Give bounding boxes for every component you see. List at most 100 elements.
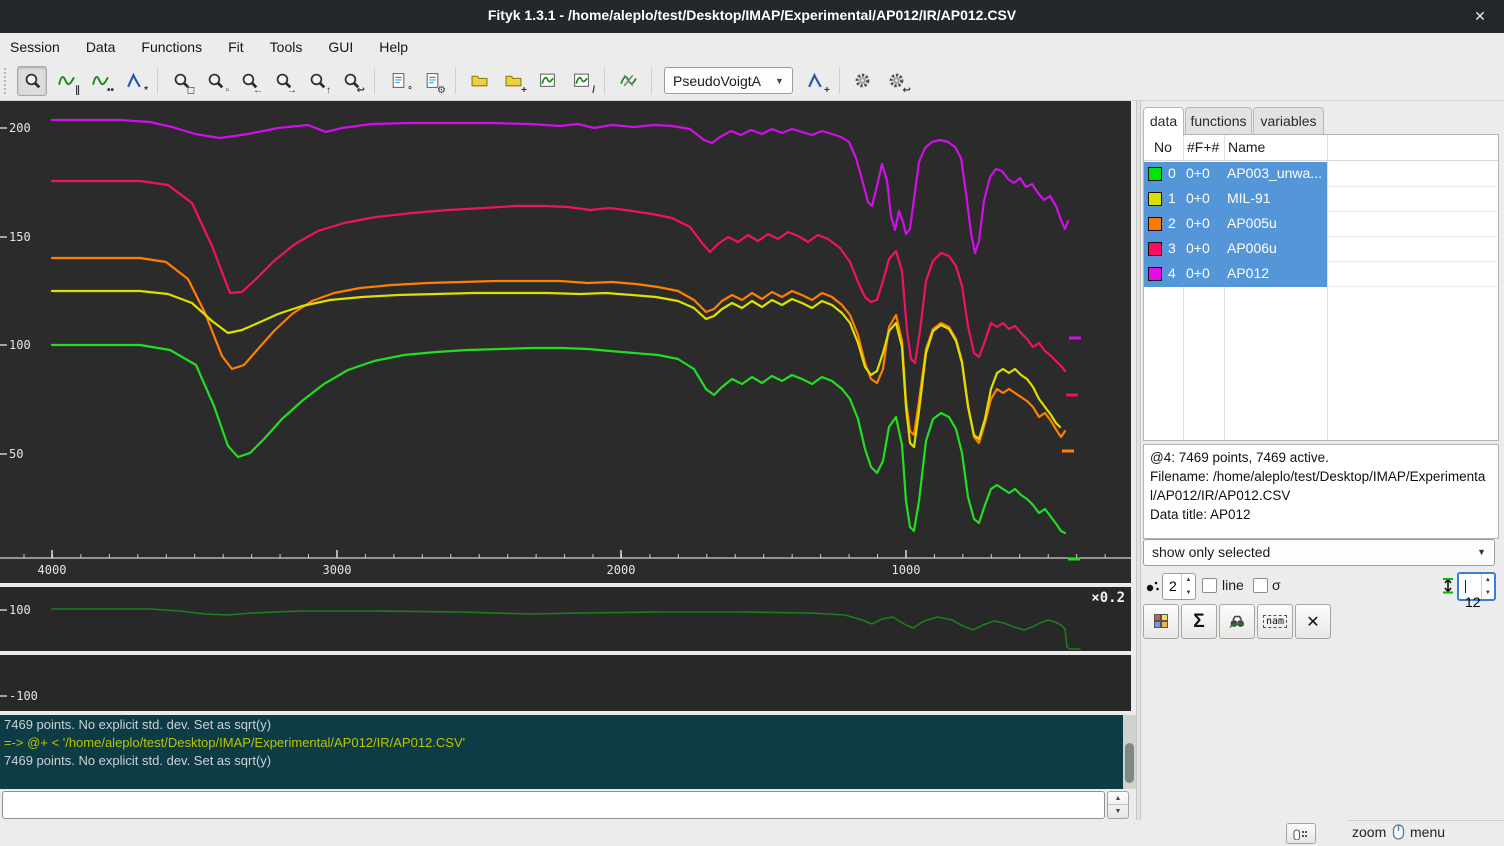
icon-overlay: ↑: [326, 86, 331, 96]
text-caret: [1465, 580, 1466, 593]
row-f: 0+0: [1186, 190, 1210, 206]
menu-help[interactable]: Help: [379, 39, 408, 55]
shift-spinner[interactable]: 12 ▲▼: [1457, 572, 1496, 601]
main-plot[interactable]: 200150100504000300020001000: [0, 101, 1131, 583]
function-type-selector[interactable]: PseudoVoigtA▼: [664, 67, 793, 94]
history-up-icon[interactable]: ▲: [1108, 792, 1128, 805]
zoom-previous-button[interactable]: ←: [234, 66, 264, 96]
run-fit-button[interactable]: [848, 66, 878, 96]
fityk-window: Fityk 1.3.1 - /home/aleplo/test/Desktop/…: [0, 0, 1504, 846]
info-filename: Filename: /home/aleplo/test/Desktop/IMAP…: [1150, 467, 1492, 505]
console-line: 7469 points. No explicit std. dev. Set a…: [0, 715, 1136, 733]
add-peak-mode-button[interactable]: *: [119, 66, 149, 96]
close-icon[interactable]: ✕: [1470, 6, 1490, 26]
console-command-line: =-> @+ < '/home/aleplo/test/Desktop/IMAP…: [0, 733, 1136, 751]
menu-session[interactable]: Session: [10, 39, 60, 55]
rename-label: nam: [1263, 615, 1287, 628]
row-divider: [1327, 236, 1499, 237]
tab-variables[interactable]: variables: [1253, 107, 1324, 134]
spin-down-icon[interactable]: ▼: [1482, 587, 1494, 600]
save-session-button[interactable]: [532, 66, 562, 96]
console-line: 7469 points. No explicit std. dev. Set a…: [0, 751, 1136, 769]
info-title: Data title: AP012: [1150, 505, 1492, 524]
gear-icon: [854, 72, 871, 89]
console-scrollbar[interactable]: [1123, 715, 1136, 789]
aux-scale-label: ×0.2: [1091, 590, 1125, 606]
sum-datasets-button[interactable]: Σ: [1181, 604, 1217, 639]
dataset-row-3[interactable]: 3 0+0 AP006u: [1144, 237, 1327, 262]
zoom-mode-button[interactable]: [17, 66, 47, 96]
history-down-icon[interactable]: ▼: [1108, 805, 1128, 818]
svg-text:-100: -100: [9, 689, 38, 703]
show-filter-dropdown[interactable]: show only selected ▼: [1143, 539, 1495, 566]
info-points: @4: 7469 points, 7469 active.: [1150, 448, 1492, 467]
menu-gui[interactable]: GUI: [328, 39, 353, 55]
svg-text:150: 150: [9, 230, 31, 244]
aux-plot-1[interactable]: 100 ×0.2: [0, 585, 1131, 651]
line-checkbox[interactable]: [1202, 578, 1217, 593]
spin-up-icon[interactable]: ▲: [1182, 574, 1195, 587]
undo-zoom-button[interactable]: ↩: [336, 66, 366, 96]
toolbar-grip[interactable]: [4, 68, 11, 94]
color-swatch[interactable]: [1148, 167, 1162, 181]
load-data-button[interactable]: [464, 66, 494, 96]
mouse-icon: [1390, 823, 1407, 842]
mouse-left-hint: zoom: [1352, 824, 1386, 840]
svg-text:4000: 4000: [38, 563, 67, 577]
color-swatch[interactable]: [1148, 242, 1162, 256]
folder-icon: [471, 72, 488, 89]
rename-dataset-button[interactable]: nam: [1257, 604, 1293, 639]
shift-value: 12: [1465, 594, 1481, 610]
zoom-next-button[interactable]: →: [268, 66, 298, 96]
dataset-row-2[interactable]: 2 0+0 AP005u: [1144, 212, 1327, 237]
menu-data[interactable]: Data: [86, 39, 116, 55]
point-size-spinner[interactable]: 2 ▲▼: [1162, 573, 1196, 600]
row-f: 0+0: [1186, 165, 1210, 181]
curve-icon: [92, 72, 109, 89]
command-input[interactable]: [2, 791, 1105, 819]
menu-functions[interactable]: Functions: [141, 39, 202, 55]
row-divider: [1327, 211, 1499, 212]
tab-functions[interactable]: functions: [1185, 107, 1252, 134]
zoom-all-button[interactable]: ◻: [166, 66, 196, 96]
dataset-row-1[interactable]: 1 0+0 MIL-91: [1144, 187, 1327, 212]
color-swatch[interactable]: [1148, 267, 1162, 281]
row-name: AP012: [1227, 265, 1269, 281]
menu-tools[interactable]: Tools: [270, 39, 303, 55]
tab-data[interactable]: data: [1143, 107, 1184, 136]
color-swatch[interactable]: [1148, 192, 1162, 206]
data-transform-button[interactable]: [613, 66, 643, 96]
spin-down-icon[interactable]: ▼: [1182, 587, 1195, 600]
dataset-row-0[interactable]: 0 0+0 AP003_unwa...: [1144, 162, 1327, 187]
execute-script-button[interactable]: ⚙: [417, 66, 447, 96]
toolbar: ∥••* ◻ ▫ ← → ↑ ↩ °⚙ + / PseudoVoigtA▼ + ↩: [0, 61, 1504, 101]
baseline-mode-button[interactable]: ••: [85, 66, 115, 96]
save-session-as-button[interactable]: /: [566, 66, 596, 96]
auto-add-peak-button[interactable]: +: [801, 66, 831, 96]
scrollbar-thumb[interactable]: [1125, 743, 1134, 783]
icon-overlay: →: [287, 86, 297, 96]
mouse-config-button[interactable]: [1286, 823, 1316, 844]
edit-script-button[interactable]: °: [383, 66, 413, 96]
aux-plot-2[interactable]: -100: [0, 653, 1131, 711]
data-editor-button[interactable]: [1143, 604, 1179, 639]
zoom-box-button[interactable]: ▫: [200, 66, 230, 96]
spin-up-icon[interactable]: ▲: [1482, 574, 1494, 587]
icon-overlay: ▫: [225, 86, 229, 96]
row-no: 3: [1168, 240, 1176, 256]
menu-fit[interactable]: Fit: [228, 39, 244, 55]
sigma-checkbox[interactable]: [1253, 578, 1268, 593]
zoom-vertical-button[interactable]: ↑: [302, 66, 332, 96]
data-range-mode-button[interactable]: ∥: [51, 66, 81, 96]
icon-overlay: ◻: [187, 86, 195, 96]
chevron-down-icon: ▼: [1477, 540, 1486, 565]
delete-dataset-button[interactable]: ✕: [1295, 604, 1331, 639]
dataset-row-4[interactable]: 4 0+0 AP012: [1144, 262, 1327, 287]
command-history-spinner[interactable]: ▲ ▼: [1107, 791, 1129, 819]
color-swatch[interactable]: [1148, 217, 1162, 231]
undo-fit-button[interactable]: ↩: [882, 66, 912, 96]
row-name: AP005u: [1227, 215, 1277, 231]
load-data-custom-button[interactable]: +: [498, 66, 528, 96]
examine-data-button[interactable]: [1219, 604, 1255, 639]
console-output: 7469 points. No explicit std. dev. Set a…: [0, 713, 1136, 789]
